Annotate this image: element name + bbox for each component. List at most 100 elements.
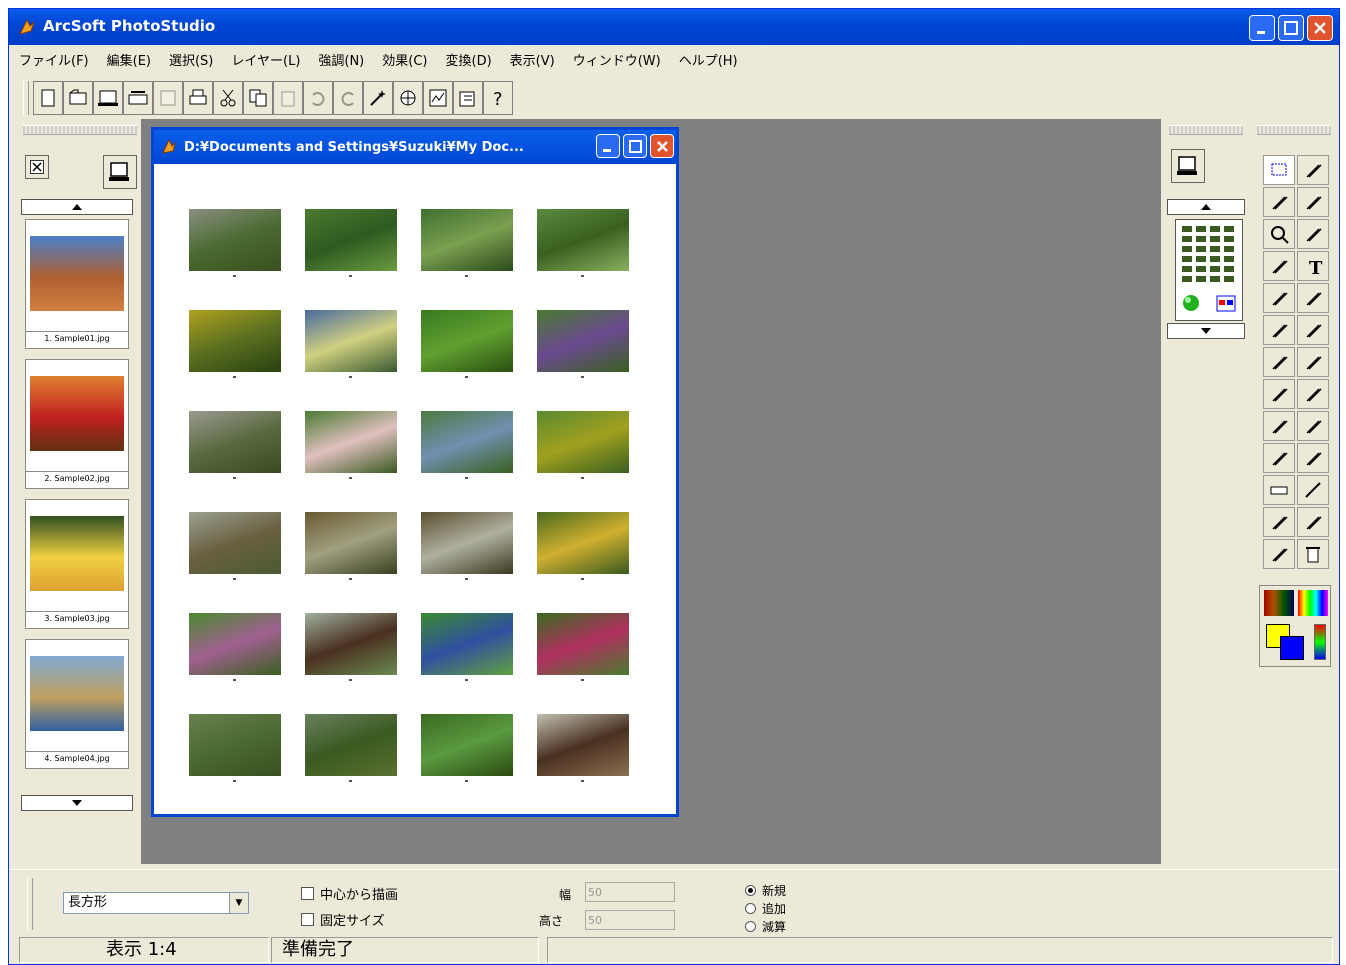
contact-sheet-thumbnail[interactable] <box>305 310 397 378</box>
contact-sheet-thumbnail[interactable] <box>537 411 629 479</box>
navigator-scroll-up-button[interactable] <box>1167 199 1245 215</box>
maximize-button[interactable] <box>1278 15 1304 41</box>
tool-trash[interactable] <box>1297 539 1329 569</box>
toolbar-button-new-document[interactable] <box>33 81 63 115</box>
contact-sheet-thumbnail[interactable] <box>189 411 281 479</box>
contact-sheet-thumbnail[interactable] <box>189 613 281 681</box>
contact-sheet-thumbnail[interactable] <box>421 209 513 277</box>
toolbar-grip[interactable] <box>23 81 29 115</box>
tool-stamp[interactable] <box>1263 539 1295 569</box>
toolbar-button-cut[interactable] <box>213 81 243 115</box>
swap-colors-button[interactable] <box>1314 624 1326 660</box>
chevron-down-icon[interactable]: ▼ <box>229 893 248 913</box>
tool-dodge[interactable] <box>1263 379 1295 409</box>
tool-clone[interactable] <box>1263 411 1295 441</box>
contact-sheet-thumbnail[interactable] <box>305 714 397 782</box>
radio-dot[interactable] <box>745 885 756 896</box>
contact-sheet-thumbnail[interactable] <box>537 714 629 782</box>
contact-sheet-thumbnail[interactable] <box>537 310 629 378</box>
album-scroll-up-button[interactable] <box>21 199 133 215</box>
title-bar[interactable]: ArcSoft PhotoStudio <box>9 9 1339 45</box>
shape-select[interactable]: 長方形 ▼ <box>63 892 249 914</box>
color-spectrum[interactable] <box>1298 590 1328 616</box>
toolbar-button-scanner[interactable] <box>123 81 153 115</box>
album-monitor-button[interactable] <box>103 155 137 189</box>
contact-sheet-thumbnail[interactable] <box>189 714 281 782</box>
tool-smudge[interactable] <box>1263 347 1295 377</box>
album-item[interactable]: 4. Sample04.jpg <box>25 639 129 769</box>
album-item[interactable]: 1. Sample01.jpg <box>25 219 129 349</box>
toolbar-button-help[interactable]: ? <box>483 81 513 115</box>
album-thumbnail[interactable] <box>30 516 124 591</box>
contact-sheet-thumbnail[interactable] <box>537 209 629 277</box>
radio-dot[interactable] <box>745 921 756 932</box>
contact-sheet-thumbnail[interactable] <box>305 209 397 277</box>
album-thumbnail[interactable] <box>30 656 124 731</box>
album-thumbnail[interactable] <box>30 236 124 311</box>
contact-sheet-thumbnail[interactable] <box>189 310 281 378</box>
toolbar-button-save[interactable] <box>153 81 183 115</box>
navigator-monitor-button[interactable] <box>1171 149 1205 183</box>
background-color[interactable] <box>1280 636 1304 660</box>
album-panel-grip[interactable] <box>23 125 137 135</box>
navigator-panel-grip[interactable] <box>1169 125 1243 135</box>
menu-item-3[interactable]: レイヤー(L) <box>231 50 300 69</box>
toolbar-button-copy[interactable] <box>243 81 273 115</box>
toolbar-button-open[interactable] <box>63 81 93 115</box>
contact-sheet-thumbnail[interactable] <box>421 512 513 580</box>
contact-sheet-thumbnail[interactable] <box>305 613 397 681</box>
tool-palette-grip[interactable] <box>1257 125 1331 135</box>
tool-hand[interactable] <box>1297 219 1329 249</box>
contact-sheet-thumbnail[interactable] <box>421 714 513 782</box>
toolbar-button-acquire[interactable] <box>93 81 123 115</box>
tool-lasso[interactable] <box>1263 187 1295 217</box>
color-swatch-grid[interactable] <box>1264 590 1294 616</box>
tool-rect-select[interactable] <box>1263 155 1295 185</box>
album-item[interactable]: 2. Sample02.jpg <box>25 359 129 489</box>
contact-sheet-thumbnail[interactable] <box>305 411 397 479</box>
contact-sheet-thumbnail[interactable] <box>537 613 629 681</box>
minimize-button[interactable] <box>1249 15 1275 41</box>
menu-item-5[interactable]: 効果(C) <box>382 50 427 69</box>
menu-item-7[interactable]: 表示(V) <box>510 50 555 69</box>
tool-eraser[interactable] <box>1263 475 1295 505</box>
close-button[interactable] <box>1307 15 1333 41</box>
contact-sheet-thumbnail[interactable] <box>421 613 513 681</box>
album-thumbnail[interactable] <box>30 376 124 451</box>
toolbar-button-adjust[interactable] <box>423 81 453 115</box>
doc-minimize-button[interactable] <box>596 134 620 158</box>
tool-pen[interactable] <box>1297 507 1329 537</box>
radio-subtract[interactable]: 減算 <box>745 918 786 935</box>
album-scroll-down-button[interactable] <box>21 795 133 811</box>
contact-sheet-thumbnail[interactable] <box>189 209 281 277</box>
toolbar-button-magic-wand[interactable] <box>363 81 393 115</box>
menu-item-6[interactable]: 変換(D) <box>446 50 492 69</box>
tool-crop[interactable] <box>1263 443 1295 473</box>
tool-pencil[interactable] <box>1263 283 1295 313</box>
tool-clone-brush[interactable] <box>1297 411 1329 441</box>
contact-sheet-thumbnail[interactable] <box>189 512 281 580</box>
toolbar-button-redo[interactable] <box>333 81 363 115</box>
tool-fill[interactable] <box>1297 315 1329 345</box>
tool-transform[interactable] <box>1263 507 1295 537</box>
doc-close-button[interactable] <box>650 134 674 158</box>
center-draw-checkbox[interactable]: 中心から描画 <box>301 884 398 903</box>
navigator-preview[interactable] <box>1175 219 1243 321</box>
width-field[interactable]: 50 <box>585 882 675 902</box>
menu-item-4[interactable]: 強調(N) <box>318 50 364 69</box>
doc-maximize-button[interactable] <box>623 134 647 158</box>
menu-item-9[interactable]: ヘルプ(H) <box>679 50 738 69</box>
toolbar-button-batch[interactable] <box>453 81 483 115</box>
tool-sharpen[interactable] <box>1297 347 1329 377</box>
tool-retouch[interactable] <box>1297 443 1329 473</box>
toolbar-button-undo[interactable] <box>303 81 333 115</box>
album-item[interactable]: 3. Sample03.jpg <box>25 499 129 629</box>
menu-item-2[interactable]: 選択(S) <box>169 50 213 69</box>
tool-zoom[interactable] <box>1263 219 1295 249</box>
radio-add[interactable]: 追加 <box>745 900 786 917</box>
toolbar-button-paste[interactable] <box>273 81 303 115</box>
contact-sheet-thumbnail[interactable] <box>537 512 629 580</box>
menu-item-0[interactable]: ファイル(F) <box>19 50 89 69</box>
toolbar-button-effects[interactable] <box>393 81 423 115</box>
navigator-scroll-down-button[interactable] <box>1167 323 1245 339</box>
